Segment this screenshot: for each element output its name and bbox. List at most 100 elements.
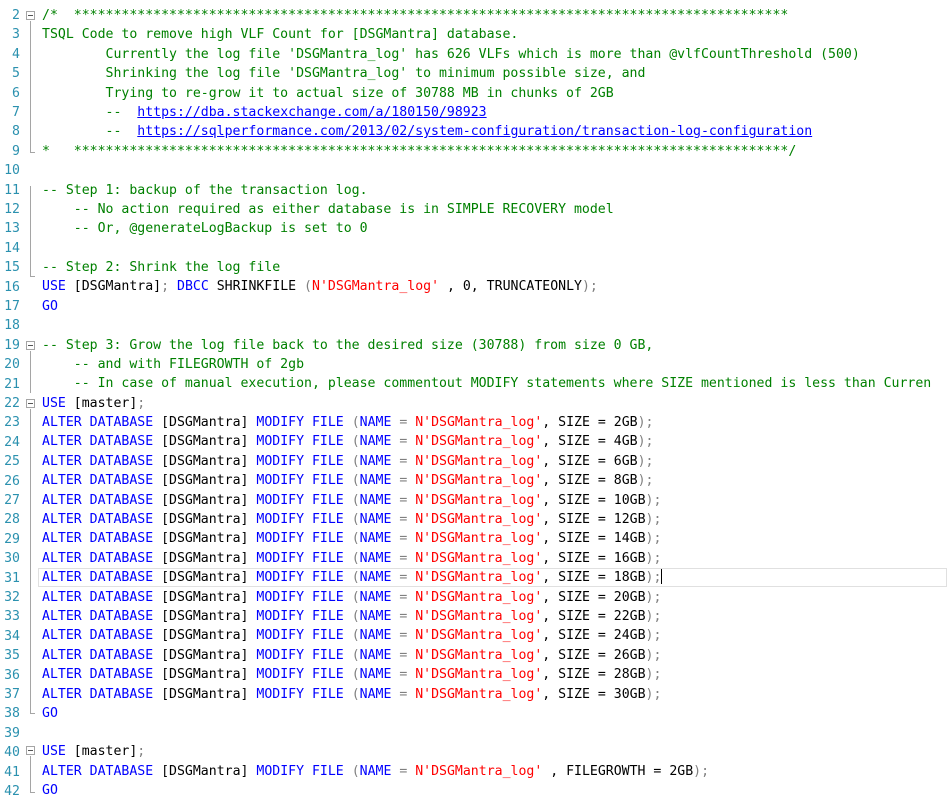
sql-code-editor[interactable]: 2 3 4 5 6 7 8 9 10 11 12 13 14 15 16 17 18 19 20 21 22 23 24 25…: [0, 0, 947, 804]
size-value: 12GB: [613, 512, 646, 527]
collapse-toggle-icon[interactable]: [26, 746, 35, 755]
line-number: 35: [4, 648, 20, 664]
code-line: Shrinking the log file 'DSGMantra_log' t…: [42, 66, 646, 81]
code-line: ALTER DATABASE [DSGMantra] MODIFY FILE (…: [42, 453, 654, 469]
size-value: 30GB: [613, 686, 646, 702]
code-line: ALTER DATABASE [DSGMantra] MODIFY FILE (…: [42, 531, 662, 547]
code-line: -- Step 2: Shrink the log file: [42, 260, 281, 275]
code-line: USE [master];: [42, 744, 146, 759]
line-number: 2: [12, 8, 20, 23]
line-number: 4: [12, 46, 20, 62]
line-number: 39: [4, 725, 20, 741]
line-number: 38: [4, 706, 20, 722]
code-line: USE [DSGMantra]; DBCC SHRINKFILE (N'DSGM…: [42, 279, 598, 294]
line-number: 32: [4, 590, 20, 605]
size-value: 8GB: [613, 473, 638, 489]
code-line: ALTER DATABASE [DSGMantra] MODIFY FILE (…: [42, 764, 710, 779]
line-number: 15: [4, 260, 20, 276]
line-number: 3: [12, 27, 20, 43]
line-number: 12: [4, 202, 20, 217]
sqlperformance-link[interactable]: https://sqlperformance.com/2013/02/syste…: [137, 124, 812, 139]
collapse-toggle-icon[interactable]: [26, 341, 35, 350]
code-line: -- Or, @generateLogBackup is set to 0: [42, 221, 368, 236]
stackexchange-link[interactable]: https://dba.stackexchange.com/a/180150/9…: [137, 105, 486, 120]
size-value: 2GB: [613, 415, 638, 430]
line-number: 23: [4, 415, 20, 431]
code-line: ALTER DATABASE [DSGMantra] MODIFY FILE (…: [42, 550, 662, 566]
line-number: 20: [4, 357, 20, 373]
collapse-toggle-icon[interactable]: [26, 399, 35, 408]
line-number: 19: [4, 337, 20, 353]
code-line: ALTER DATABASE [DSGMantra] MODIFY FILE (…: [42, 686, 662, 702]
code-line: * **************************************…: [42, 144, 797, 159]
size-value: 18GB: [613, 570, 646, 586]
line-number: 10: [4, 163, 20, 179]
code-line: /* *************************************…: [42, 8, 789, 23]
code-line: TSQL Code to remove high VLF Count for […: [42, 27, 519, 42]
line-number-gutter: 2 3 4 5 6 7 8 9 10 11 12 13 14 15 16 17 18 19 20 21 22 23 24 25…: [0, 0, 22, 804]
line-number: 16: [4, 279, 20, 295]
line-number: 5: [12, 66, 20, 82]
code-line: ALTER DATABASE [DSGMantra] MODIFY FILE (…: [42, 415, 654, 430]
size-value: 26GB: [613, 647, 646, 663]
line-number: 13: [4, 221, 20, 237]
line-number: 30: [4, 551, 20, 567]
line-number: 27: [4, 493, 20, 508]
code-line: ALTER DATABASE [DSGMantra] MODIFY FILE (…: [42, 569, 663, 586]
size-value: 20GB: [613, 589, 646, 605]
code-line: ALTER DATABASE [DSGMantra] MODIFY FILE (…: [42, 473, 654, 489]
line-number: 33: [4, 609, 20, 625]
line-number: 11: [4, 182, 20, 198]
line-number: 34: [4, 628, 20, 644]
line-number: 8: [12, 124, 20, 140]
code-line: -- Step 1: backup of the transaction log…: [42, 183, 368, 198]
line-number: 7: [12, 105, 20, 120]
size-value: 10GB: [613, 492, 646, 508]
size-value: 4GB: [613, 434, 638, 450]
code-line: ALTER DATABASE [DSGMantra] MODIFY FILE (…: [42, 589, 662, 605]
line-number: 14: [4, 240, 20, 256]
code-line: GO: [42, 783, 58, 798]
code-line: -- Step 3: Grow the log file back to the…: [42, 338, 654, 353]
line-number: 24: [4, 434, 20, 450]
code-line: GO: [42, 706, 58, 721]
code-line: -- and with FILEGROWTH of 2gb: [42, 357, 305, 372]
line-number: 29: [4, 531, 20, 547]
line-number: 28: [4, 512, 20, 528]
code-line: USE [master];: [42, 396, 146, 411]
line-number: 18: [4, 318, 20, 334]
line-number: 37: [4, 687, 20, 702]
code-line: Currently the log file 'DSGMantra_log' h…: [42, 47, 860, 62]
code-line: -- In case of manual execution, please c…: [42, 376, 932, 391]
code-line: ALTER DATABASE [DSGMantra] MODIFY FILE (…: [42, 609, 662, 624]
size-value: 28GB: [613, 667, 646, 683]
line-number: 41: [4, 764, 20, 780]
size-value: 16GB: [613, 550, 646, 566]
line-number: 21: [4, 376, 20, 392]
code-line: ALTER DATABASE [DSGMantra] MODIFY FILE (…: [42, 492, 662, 508]
code-line: Trying to re-grow it to actual size of 3…: [42, 86, 614, 101]
line-number: 22: [4, 396, 20, 411]
line-number: 9: [12, 143, 20, 159]
code-line: ALTER DATABASE [DSGMantra] MODIFY FILE (…: [42, 647, 662, 663]
code-line: ALTER DATABASE [DSGMantra] MODIFY FILE (…: [42, 512, 662, 527]
outline-margin: [25, 0, 37, 804]
code-line: GO: [42, 299, 58, 314]
code-line: -- https://dba.stackexchange.com/a/18015…: [42, 105, 487, 120]
code-line: ALTER DATABASE [DSGMantra] MODIFY FILE (…: [42, 628, 662, 644]
line-number: 17: [4, 299, 20, 314]
line-number: 31: [4, 570, 20, 586]
size-value: 24GB: [613, 628, 646, 644]
line-number: 42: [4, 784, 20, 799]
line-number: 40: [4, 745, 20, 761]
text-caret: [661, 569, 663, 585]
line-number: 26: [4, 473, 20, 489]
collapse-toggle-icon[interactable]: [26, 11, 35, 20]
code-line: ALTER DATABASE [DSGMantra] MODIFY FILE (…: [42, 667, 662, 683]
code-line: ALTER DATABASE [DSGMantra] MODIFY FILE (…: [42, 434, 654, 450]
size-value: 14GB: [613, 531, 646, 547]
line-number: 36: [4, 667, 20, 683]
code-line: -- No action required as either database…: [42, 202, 614, 217]
size-value: 22GB: [613, 609, 646, 624]
line-number: 6: [12, 85, 20, 101]
